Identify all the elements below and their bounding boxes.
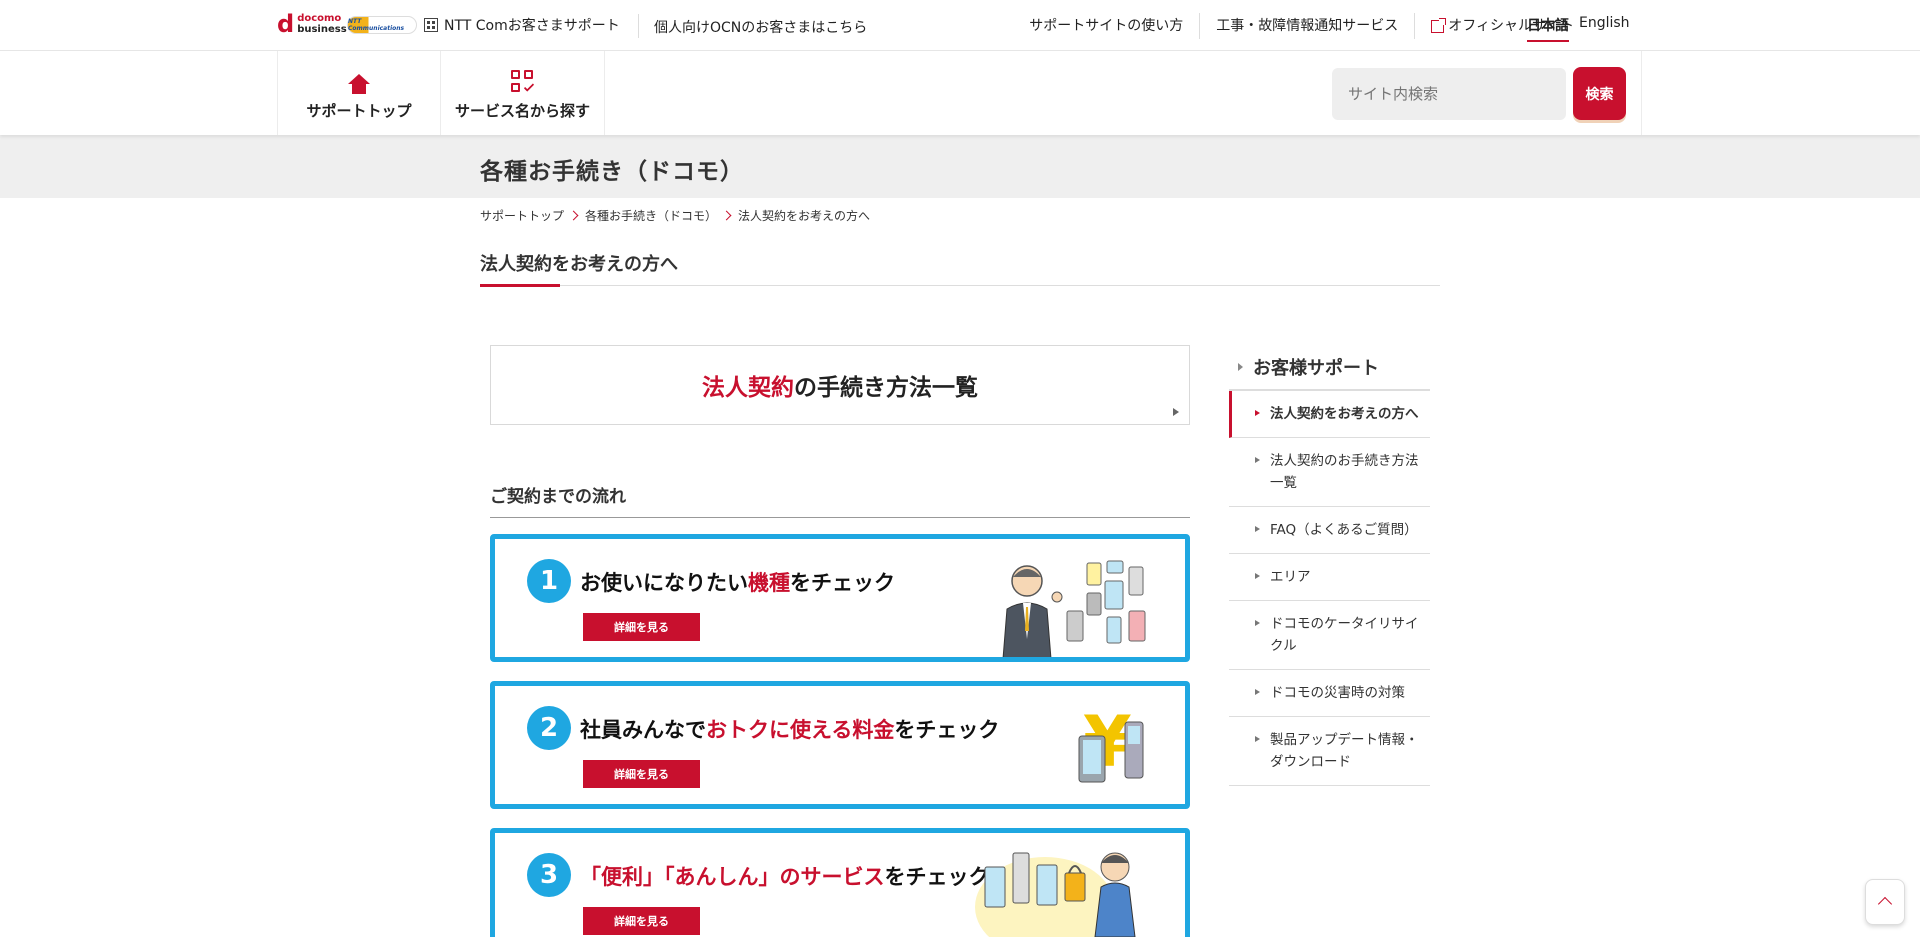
sidebar-item-disaster[interactable]: ドコモの災害時の対策 xyxy=(1229,670,1430,717)
sidebar-item-product-update[interactable]: 製品アップデート情報・ダウンロード xyxy=(1229,717,1430,786)
triangle-right-icon xyxy=(1255,620,1260,626)
step-title: 「便利」「あんしん」のサービスをチェック xyxy=(580,865,990,889)
triangle-right-icon xyxy=(1255,736,1260,742)
breadcrumb: サポートトップ 各種お手続き（ドコモ） 法人契約をお考えの方へ xyxy=(480,207,870,224)
step-card-1[interactable]: 1 お使いになりたい機種をチェック 詳細を見る xyxy=(490,534,1190,662)
step-details-button[interactable]: 詳細を見る xyxy=(583,907,700,935)
home-icon xyxy=(348,73,370,94)
search-button[interactable]: 検索 xyxy=(1573,67,1626,120)
businessman-phones-illustration xyxy=(1002,560,1146,657)
triangle-right-icon xyxy=(1255,689,1260,695)
section-title: 法人契約をお考えの方へ xyxy=(480,254,678,275)
step-details-button[interactable]: 詳細を見る xyxy=(583,760,700,788)
language-switcher: 日本語 English xyxy=(1527,15,1630,42)
nav-support-top[interactable]: サポートトップ xyxy=(278,51,441,135)
flow-heading: ご契約までの流れ xyxy=(490,482,1190,518)
lang-english[interactable]: English xyxy=(1579,15,1630,42)
page-title: 各種お手続き（ドコモ） xyxy=(480,159,744,185)
page-title-band: 各種お手続き（ドコモ） xyxy=(0,135,1920,198)
triangle-right-icon xyxy=(1173,408,1179,416)
external-link-icon xyxy=(1431,17,1447,33)
breadcrumb-item-support-top[interactable]: サポートトップ xyxy=(480,207,564,224)
step-number: 2 xyxy=(527,706,571,750)
chevron-right-icon xyxy=(721,210,732,221)
sidebar-item-faq[interactable]: FAQ（よくあるご質問） xyxy=(1229,507,1430,554)
utility-nav: サポートサイトの使い方 工事・故障情報通知サービス オフィシャルサイト xyxy=(1013,13,1590,39)
step-number: 3 xyxy=(527,853,571,897)
nav-find-by-service[interactable]: サービス名から探す xyxy=(441,51,605,135)
nav-support-top-label: サポートトップ xyxy=(306,101,412,120)
service-security-illustration xyxy=(975,852,1136,937)
step-title: お使いになりたい機種をチェック xyxy=(580,571,895,595)
sidebar-item-recycle[interactable]: ドコモのケータイリサイクル xyxy=(1229,601,1430,670)
triangle-right-icon xyxy=(1238,363,1243,371)
triangle-right-icon xyxy=(1255,573,1260,579)
step-details-button[interactable]: 詳細を見る xyxy=(583,613,700,641)
logo-docomo-text: docomo xyxy=(297,13,342,24)
step-number: 1 xyxy=(527,559,571,603)
chevron-right-icon xyxy=(568,210,579,221)
step-card-3[interactable]: 3 「便利」「あんしん」のサービスをチェック 詳細を見る xyxy=(490,828,1190,937)
ntt-com-support-link[interactable]: NTT Comお客さまサポート xyxy=(424,15,620,35)
breadcrumb-item-procedures[interactable]: 各種お手続き（ドコモ） xyxy=(585,207,717,224)
sidebar-item-procedure-list[interactable]: 法人契約のお手続き方法一覧 xyxy=(1229,438,1430,507)
ntt-communications-logo[interactable]: NTT Communications xyxy=(347,16,417,34)
grid-check-icon xyxy=(510,69,535,94)
sidebar-item-corporate-contract[interactable]: 法人契約をお考えの方へ xyxy=(1229,391,1430,438)
back-to-top-button[interactable] xyxy=(1865,879,1905,925)
docomo-d-mark: d xyxy=(277,10,295,38)
sidebar-title: お客様サポート xyxy=(1229,345,1430,391)
procedure-list-link[interactable]: 法人契約 の手続き方法一覧 xyxy=(490,345,1190,425)
logo-business-text: business xyxy=(297,24,347,35)
divider xyxy=(638,14,639,38)
breadcrumb-item-current: 法人契約をお考えの方へ xyxy=(738,209,871,223)
procedure-list-accent: 法人契約 xyxy=(702,375,794,401)
ntt-com-support-label: NTT Comお客さまサポート xyxy=(444,18,620,34)
sidebar-item-area[interactable]: エリア xyxy=(1229,554,1430,601)
triangle-right-icon xyxy=(1255,410,1260,416)
triangle-right-icon xyxy=(1255,457,1260,463)
section-heading: 法人契約をお考えの方へ xyxy=(480,250,1440,287)
procedure-list-text: の手続き方法一覧 xyxy=(794,375,978,401)
construction-fault-notice-link[interactable]: 工事・故障情報通知サービス xyxy=(1200,13,1416,39)
main-nav: サポートトップ サービス名から探す 検索 xyxy=(0,51,1920,135)
sidebar: お客様サポート 法人契約をお考えの方へ 法人契約のお手続き方法一覧 FAQ（よく… xyxy=(1229,345,1430,786)
docomo-business-logo[interactable]: d docomo business xyxy=(277,10,347,38)
ocn-personal-link[interactable]: 個人向けOCNのお客さまはこちら xyxy=(654,17,867,37)
lang-japanese[interactable]: 日本語 xyxy=(1527,15,1569,42)
site-search-input[interactable] xyxy=(1332,68,1566,120)
nav-find-by-service-label: サービス名から探す xyxy=(454,101,590,120)
yen-phones-illustration: ¥ xyxy=(1078,706,1144,783)
step-card-2[interactable]: 2 社員みんなでおトクに使える料金をチェック 詳細を見る ¥ xyxy=(490,681,1190,809)
section-accent-bar xyxy=(480,284,560,287)
step-title: 社員みんなでおトクに使える料金をチェック xyxy=(580,718,1000,742)
building-icon xyxy=(424,18,438,32)
utility-bar: d docomo business NTT Communications NTT… xyxy=(0,0,1920,51)
support-site-guide-link[interactable]: サポートサイトの使い方 xyxy=(1013,13,1201,39)
triangle-right-icon xyxy=(1255,526,1260,532)
